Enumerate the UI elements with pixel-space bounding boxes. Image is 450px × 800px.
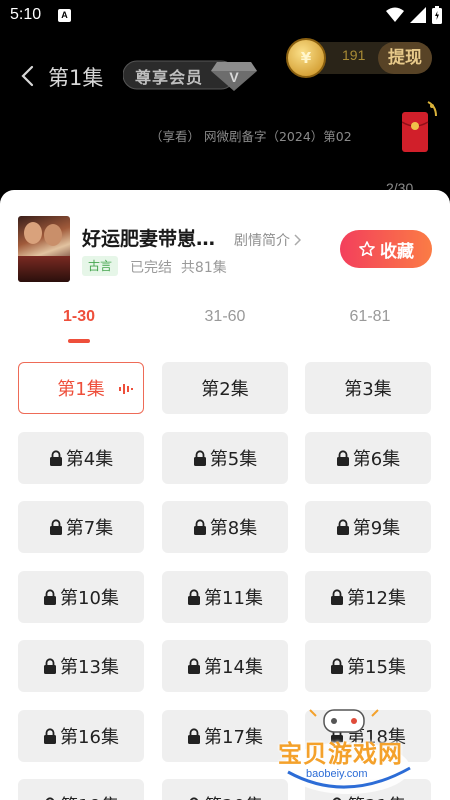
episode-item[interactable]: 第3集 [305, 362, 431, 414]
range-tabs: 1-30 31-60 61-81 [0, 308, 450, 348]
notification-app-icon: A [58, 9, 71, 22]
episode-item[interactable]: 第8集 [162, 501, 288, 553]
episode-item[interactable]: 第5集 [162, 431, 288, 484]
episode-label: 第3集 [344, 379, 392, 400]
playing-indicator-icon [119, 379, 133, 400]
episode-item[interactable]: 第2集 [162, 362, 288, 414]
chevron-right-icon [294, 234, 301, 246]
episode-item[interactable]: 第16集 [18, 709, 144, 762]
episode-label: 第14集 [204, 657, 263, 678]
back-button[interactable] [20, 60, 44, 92]
episode-total: 共81集 [180, 260, 227, 276]
episode-item[interactable]: 第6集 [305, 431, 431, 484]
lock-icon [336, 519, 350, 535]
episode-label: 第5集 [209, 448, 258, 470]
episode-label: 第12集 [347, 587, 406, 609]
tab-range-1-30[interactable]: 1-30 [19, 308, 139, 326]
lock-icon [330, 658, 344, 674]
drama-title: 好运肥妻带崽… [82, 228, 216, 250]
episode-label: 第11集 [204, 587, 263, 609]
episode-label: 第6集 [352, 448, 401, 470]
episode-item[interactable]: 第12集 [305, 570, 431, 623]
episode-label: 第10集 [60, 587, 119, 609]
tab-range-31-60[interactable]: 31-60 [165, 308, 285, 326]
vip-label: 尊享会员 [135, 68, 204, 87]
lock-icon [43, 727, 57, 744]
favorite-button[interactable]: 收藏 [340, 230, 432, 268]
lock-icon [49, 519, 63, 535]
chevron-left-icon [21, 65, 34, 87]
red-packet-icon[interactable] [401, 98, 438, 158]
lock-icon [187, 588, 201, 605]
episode-label: 第20集 [204, 792, 263, 800]
lock-icon [193, 449, 207, 466]
episode-item[interactable]: 第13集 [18, 640, 144, 692]
lock-icon [187, 658, 201, 674]
episode-label: 第4集 [65, 448, 114, 470]
lock-icon [193, 519, 207, 535]
episode-item[interactable]: 第20集 [162, 779, 288, 800]
episode-label: 第7集 [65, 518, 114, 539]
signal-icon [410, 7, 426, 23]
completion-status: 已完结 [130, 260, 172, 276]
watermark: 宝贝游戏网 baobeiy.com [276, 708, 426, 800]
vip-badge[interactable]: V 尊享会员 [122, 58, 258, 92]
lock-icon [330, 588, 344, 605]
status-bar: 5:10 A [0, 0, 450, 32]
episode-label: 第8集 [209, 518, 258, 539]
episode-label: 第1集 [57, 379, 105, 400]
episode-title: 第1集 [48, 66, 104, 90]
episode-item[interactable]: 第14集 [162, 640, 288, 692]
coin-count: 191 [342, 47, 366, 63]
star-icon [359, 241, 375, 257]
lock-icon [43, 658, 57, 674]
genre-tag: 古言 [82, 256, 119, 276]
episode-item[interactable]: 第1集 [18, 362, 144, 414]
tab-range-61-81[interactable]: 61-81 [310, 308, 430, 326]
lock-icon [336, 449, 350, 466]
episode-item[interactable]: 第7集 [18, 501, 144, 553]
status-icons [386, 6, 442, 24]
coin-icon: ¥ [286, 38, 326, 78]
episode-item[interactable]: 第15集 [305, 640, 431, 692]
favorite-label: 收藏 [380, 241, 414, 262]
episode-item[interactable]: 第9集 [305, 501, 431, 553]
battery-icon [432, 6, 442, 24]
coin-widget[interactable]: ¥ 191 提现 [286, 38, 432, 78]
episode-item[interactable]: 第4集 [18, 431, 144, 484]
episode-label: 第9集 [352, 518, 401, 539]
active-tab-indicator [68, 339, 90, 343]
drama-cover[interactable] [18, 216, 70, 282]
lock-icon [187, 727, 201, 744]
svg-text:V: V [229, 69, 239, 85]
episode-item[interactable]: 第17集 [162, 709, 288, 762]
drama-status: 已完结 共81集 [130, 257, 227, 277]
withdraw-button[interactable]: 提现 [378, 42, 432, 74]
episode-item[interactable]: 第10集 [18, 570, 144, 623]
lock-icon [43, 588, 57, 605]
episode-label: 第19集 [60, 792, 119, 800]
watermark-text: 宝贝游戏网 [278, 740, 403, 768]
lock-icon [49, 449, 63, 466]
episode-item[interactable]: 第11集 [162, 570, 288, 623]
episode-label: 第13集 [60, 657, 119, 678]
episode-label: 第17集 [204, 726, 263, 748]
episode-label: 第16集 [60, 726, 119, 748]
watermark-url: baobeiy.com [306, 768, 368, 780]
episode-label: 第15集 [347, 657, 406, 678]
synopsis-link[interactable]: 剧情简介 [234, 230, 301, 250]
wifi-icon [386, 7, 404, 22]
episode-item[interactable]: 第19集 [18, 779, 144, 800]
episode-label: 第2集 [201, 379, 249, 400]
synopsis-label: 剧情简介 [234, 233, 290, 249]
license-text: （享看） 网微剧备字（2024）第02 [150, 129, 352, 144]
status-time: 5:10 [10, 6, 42, 23]
